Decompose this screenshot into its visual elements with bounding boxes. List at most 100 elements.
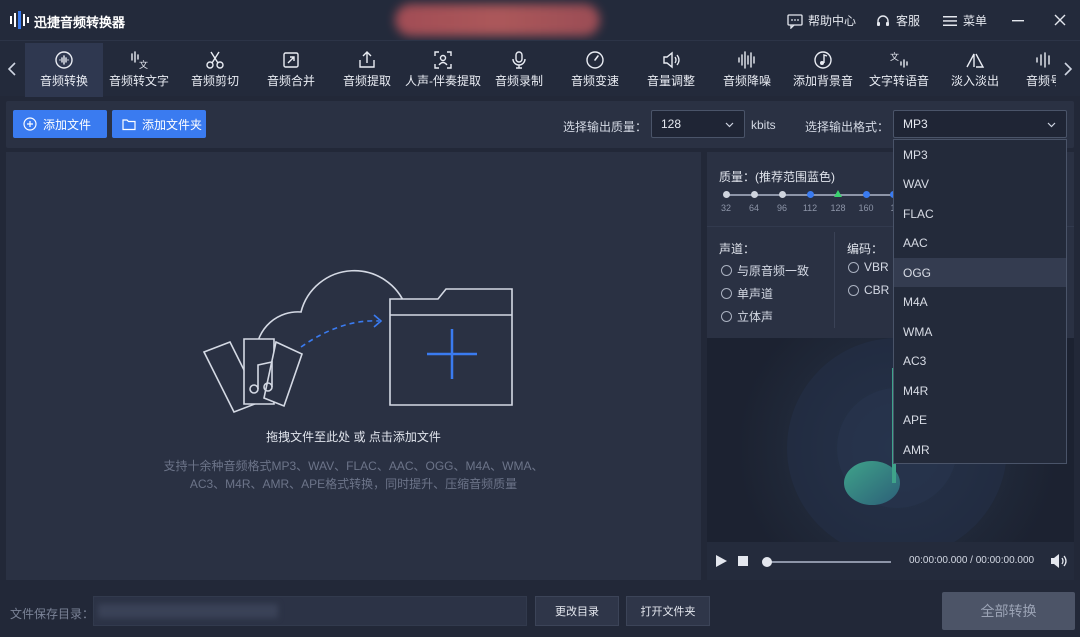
add-folder-button[interactable]: 添加文件夹 [112, 110, 206, 138]
encoding-radio-cbr[interactable]: CBR [848, 283, 889, 297]
plus-circle-icon [23, 117, 37, 131]
tool-audio-extract[interactable]: 音频提取 [328, 43, 406, 97]
svg-text:文: 文 [890, 51, 899, 63]
add-file-label: 添加文件 [43, 117, 92, 132]
format-option-ac3[interactable]: AC3 [894, 347, 1066, 376]
quality-tick: 96 [776, 203, 787, 213]
format-label: 选择输出格式： [805, 120, 890, 134]
save-directory-field[interactable] [93, 596, 527, 626]
quality-tick: 32 [720, 203, 731, 213]
promo-banner[interactable] [395, 4, 600, 36]
tool-audio-record[interactable]: 音频录制 [480, 43, 558, 97]
format-option-wav[interactable]: WAV [894, 170, 1066, 199]
radio-label: 单声道 [737, 287, 774, 301]
tool-text-to-speech[interactable]: 文 文字转语音 [860, 43, 938, 97]
radio-label: 立体声 [737, 310, 774, 324]
convert-all-button[interactable]: 全部转换 [942, 592, 1075, 630]
quality-dot[interactable] [779, 191, 786, 198]
tool-label: 文字转语音 [868, 74, 929, 88]
tool-label: 音量调整 [646, 74, 695, 88]
save-directory-path [98, 604, 278, 618]
tool-add-background-music[interactable]: 添加背景音 [784, 43, 862, 97]
file-drop-zone[interactable]: 拖拽文件至此处 或 点击添加文件 支持十余种音频格式MP3、WAV、FLAC、A… [6, 152, 701, 580]
quality-dot[interactable] [863, 191, 870, 198]
tool-label: 音频提取 [342, 74, 391, 88]
tool-volume-adjust[interactable]: 音量调整 [632, 43, 710, 97]
channel-radio-stereo[interactable]: 立体声 [721, 308, 773, 325]
radio-label: VBR [864, 260, 889, 274]
quality-select[interactable]: 128 [651, 110, 745, 138]
chevron-down-icon [1047, 122, 1056, 128]
quality-unit: kbits [751, 118, 776, 132]
channel-radio-mono[interactable]: 单声道 [721, 285, 773, 302]
format-option-ape[interactable]: APE [894, 406, 1066, 435]
app-logo-icon [10, 11, 29, 29]
chat-help-icon [787, 13, 803, 29]
progress-handle[interactable] [762, 557, 772, 567]
radio-icon [848, 284, 859, 296]
tool-label: 音频变速 [570, 74, 619, 88]
tool-label: 音频剪切 [190, 74, 239, 88]
divider [834, 232, 835, 328]
folder-icon [122, 118, 136, 130]
tool-audio-to-text[interactable]: 文 音频转文字 [100, 43, 178, 97]
add-folder-label: 添加文件夹 [142, 117, 203, 132]
customer-service-label: 客服 [896, 14, 921, 28]
quality-tick: 112 [802, 203, 818, 213]
stop-icon[interactable] [738, 556, 748, 566]
minimize-icon[interactable] [1008, 10, 1028, 30]
play-icon[interactable] [715, 554, 728, 568]
microphone-icon [512, 51, 526, 69]
format-dropdown-menu: MP3 WAV FLAC AAC OGG M4A WMA AC3 M4R APE… [893, 139, 1067, 464]
progress-track[interactable] [767, 561, 891, 563]
denoise-icon [738, 51, 755, 69]
close-icon[interactable] [1050, 10, 1070, 30]
tool-denoise[interactable]: 音频降噪 [708, 43, 786, 97]
text-to-speech-icon: 文 [890, 51, 908, 68]
tool-audio-convert[interactable]: 音频转换 [25, 43, 103, 97]
change-directory-button[interactable]: 更改目录 [535, 596, 619, 626]
extract-icon [359, 51, 375, 68]
quality-dot[interactable] [751, 191, 758, 198]
add-file-button[interactable]: 添加文件 [13, 110, 107, 138]
radio-icon [721, 311, 732, 322]
tool-audio-merge[interactable]: 音频合并 [252, 43, 330, 97]
tool-label: 音频转文字 [108, 74, 169, 88]
format-option-wma[interactable]: WMA [894, 317, 1066, 346]
tool-audio-cut[interactable]: 音频剪切 [176, 43, 254, 97]
tool-audio-speed[interactable]: 音频变速 [556, 43, 634, 97]
format-option-ogg[interactable]: OGG [894, 258, 1066, 287]
audio-convert-icon [55, 51, 73, 69]
quality-current-marker[interactable] [834, 190, 842, 197]
format-option-mp3[interactable]: MP3 [894, 140, 1066, 169]
merge-icon [283, 52, 299, 68]
tool-fade-in-out[interactable]: 淡入淡出 [936, 43, 1014, 97]
tool-overflow[interactable]: 音频号 [1012, 43, 1056, 97]
help-center-button[interactable]: 帮助中心 [787, 12, 856, 29]
tool-vocal-extract[interactable]: 人声-伴奏提取 [404, 43, 482, 97]
channel-title: 声道： [719, 242, 756, 256]
waveform-icon [1036, 52, 1050, 68]
format-option-m4r[interactable]: M4R [894, 376, 1066, 405]
menu-button[interactable]: 菜单 [942, 12, 987, 29]
chevron-left-icon[interactable] [0, 41, 24, 97]
format-option-amr[interactable]: AMR [894, 435, 1066, 464]
open-folder-button[interactable]: 打开文件夹 [626, 596, 710, 626]
quality-dot[interactable] [723, 191, 730, 198]
tool-label: 音频合并 [266, 74, 315, 88]
format-option-aac[interactable]: AAC [894, 229, 1066, 258]
speaker-icon[interactable] [1050, 553, 1068, 569]
format-option-m4a[interactable]: M4A [894, 288, 1066, 317]
chevron-right-icon[interactable] [1056, 41, 1080, 97]
speed-icon [586, 51, 604, 69]
channel-radio-original[interactable]: 与原音频一致 [721, 262, 809, 279]
format-option-flac[interactable]: FLAC [894, 199, 1066, 228]
quality-dot[interactable] [807, 191, 814, 198]
encoding-radio-vbr[interactable]: VBR [848, 260, 889, 274]
customer-service-button[interactable]: 客服 [875, 12, 920, 29]
svg-text:文: 文 [139, 59, 148, 70]
save-directory-label: 文件保存目录： [10, 607, 95, 621]
headset-icon [877, 14, 889, 26]
format-select[interactable]: MP3 [893, 110, 1067, 138]
radio-icon [721, 288, 732, 299]
